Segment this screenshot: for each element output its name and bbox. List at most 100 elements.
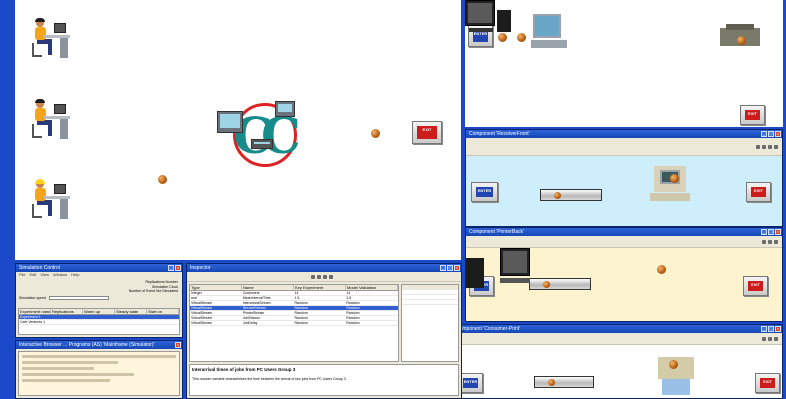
- maximize-icon[interactable]: □: [447, 265, 453, 271]
- inspector-window: Inspector _ □ × Type Name Key Experiment…: [186, 263, 462, 399]
- pc-user-1: [30, 17, 70, 59]
- receiver-window: Component 'ReceiverFront' _ □ × ENTER EX…: [465, 129, 783, 227]
- maximize-icon[interactable]: □: [768, 131, 774, 137]
- inspector-toolbar: [187, 272, 461, 282]
- experiment-grid: Experiment name Replications Warm up Ste…: [18, 308, 180, 335]
- window-title: Component 'PrinterBack': [469, 229, 524, 235]
- menu-help[interactable]: Help: [71, 272, 79, 278]
- pc-user-2: [30, 98, 70, 140]
- simulation-control-window: Simulation Control _ × File Edit View Wi…: [15, 263, 183, 338]
- speed-label: Simulation speed: [19, 295, 46, 300]
- toolbar: [466, 236, 782, 248]
- tool-icon[interactable]: [768, 144, 772, 149]
- console-titlebar[interactable]: Interactive Browser ... Programs (AS) 'M…: [16, 341, 182, 349]
- enter-label: ENTER: [463, 378, 478, 388]
- console-list: [18, 351, 180, 396]
- description-title: Interarrival times of jobs from PC Users…: [192, 367, 296, 372]
- maximize-icon[interactable]: □: [768, 229, 774, 235]
- receiver-titlebar[interactable]: Component 'ReceiverFront' _ □ ×: [466, 130, 782, 138]
- tool-icon[interactable]: [768, 336, 772, 341]
- job-token: [737, 36, 746, 45]
- tool-icon[interactable]: [311, 274, 315, 279]
- main-animation-canvas: CC EXIT: [15, 0, 461, 260]
- job-token: [517, 33, 526, 42]
- sim-control-titlebar[interactable]: Simulation Control _ ×: [16, 264, 182, 272]
- receiver-canvas: ENTER EXIT: [466, 156, 782, 226]
- printer-titlebar[interactable]: Component 'PrinterBack' _ □ ×: [466, 228, 782, 236]
- tool-icon[interactable]: [756, 144, 760, 149]
- exit-button[interactable]: EXIT: [743, 276, 768, 296]
- cc-logo: CC: [217, 95, 311, 175]
- maximize-icon[interactable]: □: [768, 326, 774, 332]
- exit-label: EXIT: [417, 126, 437, 139]
- inspector-titlebar[interactable]: Inspector _ □ ×: [187, 264, 461, 272]
- minimize-icon[interactable]: _: [761, 131, 767, 137]
- job-token: [670, 174, 679, 183]
- network-panel: ENTER EXIT: [465, 0, 783, 127]
- window-title: Simulation Control: [19, 265, 60, 271]
- menu-edit[interactable]: Edit: [29, 272, 36, 278]
- tool-icon[interactable]: [774, 239, 778, 244]
- tool-icon[interactable]: [762, 144, 766, 149]
- tool-icon[interactable]: [323, 274, 327, 279]
- window-title: Component 'ReceiverFront': [469, 131, 530, 137]
- exit-button[interactable]: EXIT: [740, 105, 765, 125]
- job-token: [371, 129, 380, 138]
- exit-label: EXIT: [748, 281, 763, 291]
- tool-icon[interactable]: [762, 239, 766, 244]
- exit-label: EXIT: [760, 378, 775, 388]
- tool-icon[interactable]: [774, 144, 778, 149]
- sim-fields: Replications Number Simulation Clock Num…: [16, 278, 182, 294]
- speed-slider[interactable]: [48, 295, 109, 300]
- description-panel: Interarrival times of jobs from PC Users…: [189, 364, 459, 396]
- tool-icon[interactable]: [329, 274, 333, 279]
- window-title: Interactive Browser ... Programs (AS) 'M…: [19, 342, 155, 348]
- consumer-titlebar[interactable]: Component 'Consumer-Print' _ □ ×: [453, 325, 782, 333]
- minimize-icon[interactable]: _: [440, 265, 446, 271]
- tool-icon[interactable]: [768, 239, 772, 244]
- description-text: This random variable characterises the t…: [192, 377, 347, 381]
- printer-canvas: ENTER EXIT: [466, 248, 782, 321]
- menu-window[interactable]: Window: [53, 272, 67, 278]
- property-panel: [401, 284, 459, 362]
- enter-label: ENTER: [476, 187, 493, 197]
- printer-back-window: Component 'PrinterBack' _ □ × ENTER EXIT: [465, 227, 783, 322]
- close-icon[interactable]: ×: [775, 131, 781, 137]
- menu-file[interactable]: File: [19, 272, 25, 278]
- speed-row: Simulation speed: [16, 294, 182, 303]
- parameter-grid: Type Name Key Experiment Model Validatio…: [189, 284, 399, 362]
- queue-bar: [529, 278, 591, 290]
- exit-button[interactable]: EXIT: [755, 373, 780, 393]
- queue-bar: [534, 376, 594, 388]
- minimize-icon[interactable]: _: [168, 265, 174, 271]
- consumer-canvas: ENTER EXIT: [453, 345, 782, 398]
- exit-label: EXIT: [745, 110, 760, 120]
- enter-button[interactable]: ENTER: [471, 182, 498, 202]
- exit-label: EXIT: [751, 187, 766, 197]
- exit-button[interactable]: EXIT: [746, 182, 771, 202]
- minimize-icon[interactable]: _: [761, 229, 767, 235]
- window-title: Inspector: [190, 265, 211, 271]
- close-icon[interactable]: ×: [175, 265, 181, 271]
- toolbar: [453, 333, 782, 345]
- close-icon[interactable]: ×: [775, 326, 781, 332]
- close-icon[interactable]: ×: [775, 229, 781, 235]
- menu-view[interactable]: View: [40, 272, 49, 278]
- tool-icon[interactable]: [317, 274, 321, 279]
- table-row[interactable]: Cafe Ventures 1: [19, 320, 179, 325]
- window-title: Component 'Consumer-Print': [456, 326, 521, 332]
- exit-button[interactable]: EXIT: [412, 121, 442, 144]
- table-row[interactable]: VirtualStream JobDelay Random Random: [190, 321, 398, 326]
- job-token: [498, 33, 507, 42]
- toolbar: [466, 138, 782, 156]
- pc-user-3: [30, 178, 70, 220]
- consumer-print-window: Component 'Consumer-Print' _ □ × ENTER E…: [452, 324, 783, 399]
- close-icon[interactable]: ×: [454, 265, 460, 271]
- close-icon[interactable]: ×: [175, 342, 181, 348]
- job-token: [669, 360, 678, 369]
- queue-bar: [540, 189, 602, 201]
- job-token: [657, 265, 666, 274]
- tool-icon[interactable]: [774, 336, 778, 341]
- tool-icon[interactable]: [762, 336, 766, 341]
- minimize-icon[interactable]: _: [761, 326, 767, 332]
